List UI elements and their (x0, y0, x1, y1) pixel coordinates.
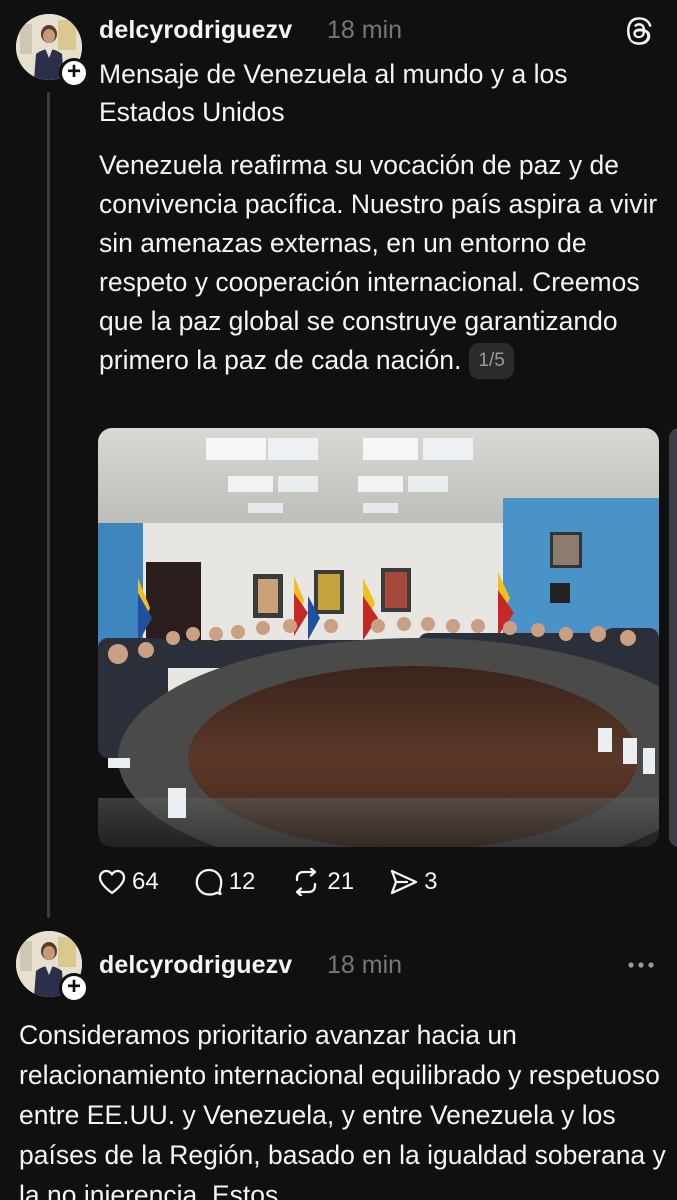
comment-button[interactable]: 12 (195, 868, 256, 896)
heart-icon (98, 869, 126, 895)
repost-button[interactable]: 21 (291, 868, 354, 896)
comment-icon (195, 868, 223, 896)
send-icon (390, 869, 418, 895)
thread-line (47, 92, 50, 918)
like-count: 64 (132, 868, 159, 895)
follow-plus-icon[interactable]: + (59, 973, 89, 1003)
like-button[interactable]: 64 (98, 868, 159, 896)
post-actions: 64 12 21 3 (98, 862, 473, 902)
follow-plus-icon[interactable]: + (59, 58, 89, 88)
threads-logo-icon[interactable] (625, 16, 655, 46)
username[interactable]: delcyrodriguezv (99, 951, 292, 980)
timestamp: 18 min (327, 951, 403, 979)
comment-count: 12 (228, 868, 256, 895)
post-body: Venezuela reafirma su vocación de paz y … (99, 146, 664, 380)
next-image-preview[interactable] (669, 428, 677, 847)
post-body-text: Venezuela reafirma su vocación de paz y … (99, 150, 658, 375)
username[interactable]: delcyrodriguezv (99, 16, 292, 45)
post-body: Consideramos prioritario avanzar hacia u… (19, 1020, 666, 1200)
share-button[interactable]: 3 (390, 868, 437, 896)
share-count: 3 (424, 868, 438, 895)
timestamp: 18 min (327, 16, 403, 44)
repost-count: 21 (327, 868, 355, 895)
repost-icon (296, 868, 317, 896)
more-options-icon[interactable] (626, 952, 656, 978)
post-image[interactable] (98, 428, 659, 847)
page-indicator-badge: 1/5 (469, 343, 514, 379)
post-title: Mensaje de Venezuela al mundo y a los Es… (99, 59, 568, 127)
